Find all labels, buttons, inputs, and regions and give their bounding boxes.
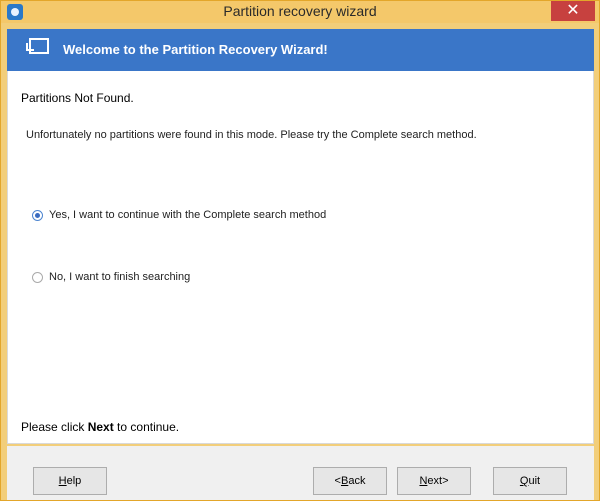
- button-bar: Help <Back Next> Quit: [7, 446, 594, 500]
- help-label-rest: elp: [66, 475, 82, 487]
- option-finish-searching[interactable]: No, I want to finish searching: [32, 271, 190, 283]
- content-panel: Partitions Not Found. Unfortunately no p…: [7, 71, 594, 444]
- radio-button-checked[interactable]: [32, 209, 43, 221]
- window-title: Partition recovery wizard: [223, 3, 377, 19]
- close-icon: ✕: [566, 2, 580, 19]
- continue-text-suffix: to continue.: [113, 420, 180, 434]
- next-button[interactable]: Next>: [397, 467, 471, 495]
- next-label-rest: ext>: [427, 475, 449, 487]
- description-text: Unfortunately no partitions were found i…: [26, 129, 477, 141]
- wizard-icon: [26, 38, 49, 54]
- next-emphasis: Next: [87, 420, 114, 434]
- page-heading: Partitions Not Found.: [21, 91, 134, 105]
- quit-button[interactable]: Quit: [493, 467, 567, 495]
- wizard-window: Partition recovery wizard ✕ Welcome to t…: [0, 0, 600, 501]
- option-label[interactable]: No, I want to finish searching: [49, 271, 190, 283]
- continue-instruction: Please click Next to continue.: [21, 420, 179, 434]
- radio-button-unchecked[interactable]: [32, 271, 43, 283]
- continue-text-prefix: Please click: [21, 420, 88, 434]
- option-label[interactable]: Yes, I want to continue with the Complet…: [49, 209, 326, 221]
- option-continue-complete-search[interactable]: Yes, I want to continue with the Complet…: [32, 209, 326, 221]
- title-bar: Partition recovery wizard ✕: [1, 1, 599, 23]
- close-button[interactable]: ✕: [551, 1, 595, 21]
- help-access-key: H: [58, 475, 67, 487]
- back-button[interactable]: <Back: [313, 467, 387, 495]
- quit-label-rest: uit: [528, 475, 541, 487]
- header-title: Welcome to the Partition Recovery Wizard…: [63, 42, 328, 57]
- wizard-header: Welcome to the Partition Recovery Wizard…: [7, 29, 594, 71]
- help-button[interactable]: Help: [33, 467, 107, 495]
- back-label-rest: ack: [348, 475, 366, 487]
